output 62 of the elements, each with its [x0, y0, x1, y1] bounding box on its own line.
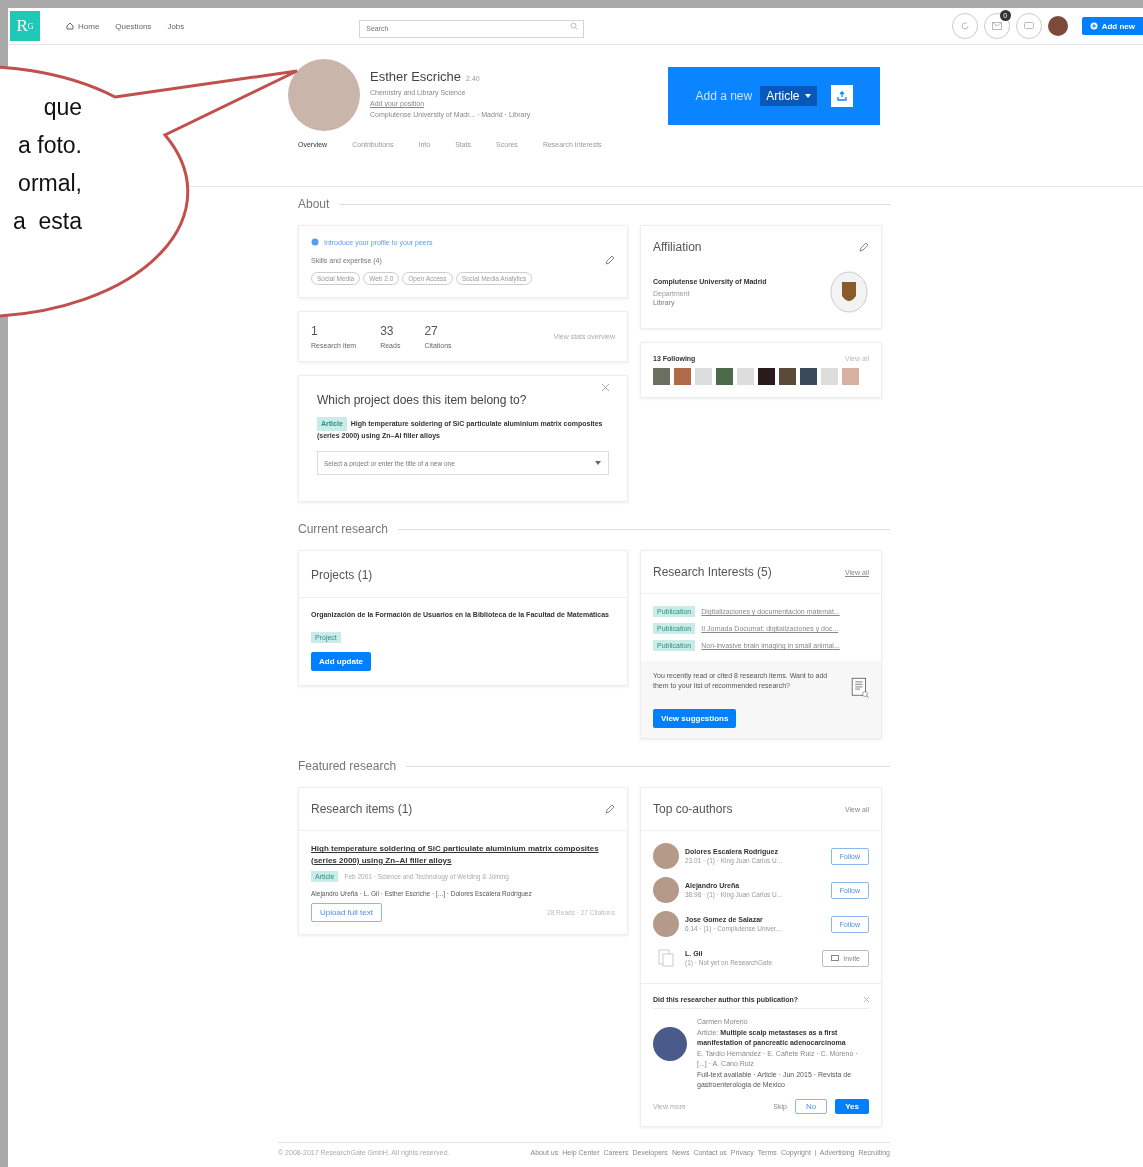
close-icon[interactable]: [602, 384, 609, 391]
avatar-placeholder[interactable]: [653, 368, 670, 385]
type-dropdown[interactable]: Article: [760, 86, 817, 106]
stat-value: 1: [311, 324, 319, 338]
stat-value: 33: [380, 324, 395, 338]
avatar-placeholder: [653, 843, 679, 870]
avatar-placeholder[interactable]: [716, 368, 733, 385]
pencil-icon[interactable]: [605, 255, 615, 265]
logo[interactable]: R$^{G}$: [10, 11, 40, 41]
researcher-avatar-placeholder: [653, 1027, 687, 1062]
avatar-placeholder[interactable]: [737, 368, 754, 385]
avatar-placeholder[interactable]: [674, 368, 691, 385]
nav-link[interactable]: Questions: [115, 21, 152, 31]
section-heading: About: [298, 197, 330, 211]
card-heading: Affiliation: [653, 240, 702, 254]
caret-icon: [595, 461, 601, 466]
search-icon: [570, 22, 579, 30]
prompt-title: Which project does this item belong to?: [317, 393, 528, 407]
close-icon[interactable]: [864, 997, 869, 1003]
yes-button[interactable]: Yes: [835, 1098, 869, 1114]
avatar-placeholder[interactable]: [821, 368, 838, 385]
upload-button[interactable]: [830, 85, 853, 107]
user-avatar[interactable]: [1047, 16, 1068, 36]
callout-text: a foto.: [17, 131, 82, 160]
card-heading: Top co-authors: [653, 802, 733, 817]
speech-icon: [1023, 21, 1034, 31]
avatar-placeholder[interactable]: [800, 368, 817, 385]
no-button[interactable]: No: [794, 1098, 828, 1114]
callout-text: a esta: [11, 207, 82, 236]
avatar-placeholder[interactable]: [758, 368, 775, 385]
banner-text: Add a new: [695, 89, 753, 103]
section-heading: Featured research: [298, 759, 397, 774]
callout-text: ormal,: [17, 169, 82, 198]
add-new-button[interactable]: Add new: [1081, 17, 1143, 35]
card-heading: Projects (1): [311, 568, 373, 583]
research-title-link[interactable]: High temperature soldering of SiC particulate aluminium matrix composites (series 2000) using Zn–Al filler alloys: [311, 843, 615, 867]
add-update-button[interactable]: Add update: [311, 652, 371, 672]
view-suggestions-button[interactable]: View suggestions: [653, 709, 737, 729]
nav-link[interactable]: Jobs: [167, 21, 185, 31]
profile-name: Esther Escriche: [370, 69, 462, 84]
card-heading: Research items (1): [311, 802, 413, 817]
home-icon: [66, 22, 74, 30]
card-heading: Research Interests (5): [653, 565, 772, 580]
callout-text: que: [42, 93, 82, 122]
nav-link[interactable]: Home: [66, 21, 100, 31]
avatar-placeholder[interactable]: [779, 368, 796, 385]
envelope-icon: [831, 955, 840, 962]
avatar-placeholder: [653, 911, 679, 938]
upload-full-text-button[interactable]: Upload full text: [311, 903, 382, 923]
pencil-icon[interactable]: [605, 804, 615, 815]
avatar-placeholder[interactable]: [695, 368, 712, 385]
pencil-icon[interactable]: [859, 242, 869, 252]
upload-icon: [836, 91, 847, 101]
stat-value: 27: [424, 324, 439, 338]
envelope-icon: [991, 22, 1002, 30]
avatar-placeholder: [653, 877, 679, 904]
caret-icon: [804, 94, 811, 98]
crest-icon: [829, 270, 869, 314]
plus-circle-icon: [1089, 22, 1098, 30]
section-heading: Current research: [298, 522, 389, 537]
refresh-icon: [959, 21, 970, 31]
avatar-placeholder[interactable]: [842, 368, 859, 385]
